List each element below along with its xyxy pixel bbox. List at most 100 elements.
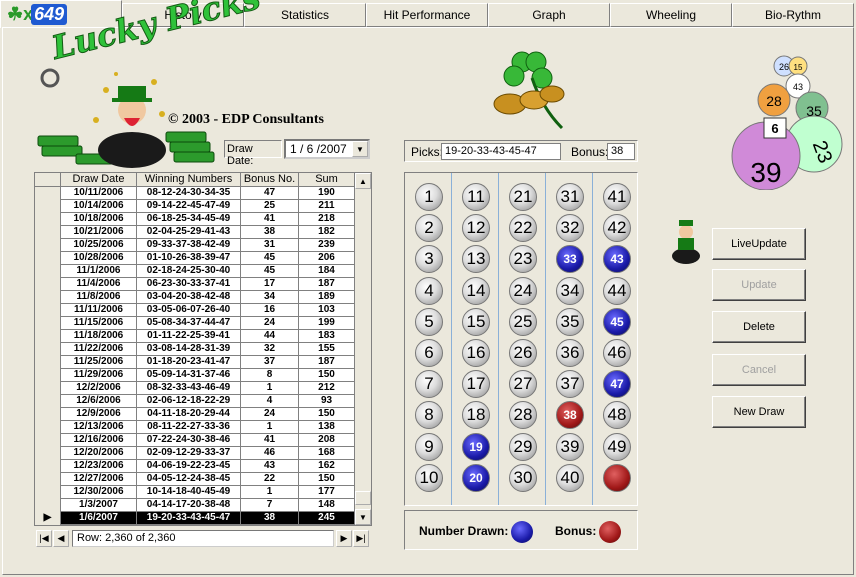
number-ball-15[interactable]: 15 xyxy=(462,307,490,336)
picks-field[interactable]: 19-20-33-43-45-47 xyxy=(441,143,561,160)
row-indicator[interactable] xyxy=(35,265,61,278)
last-record-icon[interactable]: ▶| xyxy=(353,530,369,547)
table-row[interactable]: 12/27/2006 04-05-12-24-38-45 22 150 xyxy=(35,473,355,486)
table-row[interactable]: 12/2/2006 08-32-33-43-46-49 1 212 xyxy=(35,382,355,395)
table-row[interactable]: 10/18/2006 06-18-25-34-45-49 41 218 xyxy=(35,213,355,226)
number-ball-26[interactable]: 26 xyxy=(509,339,537,367)
row-indicator[interactable] xyxy=(35,460,61,473)
number-ball-10[interactable]: 10 xyxy=(415,463,443,492)
number-ball-46[interactable]: 46 xyxy=(603,339,631,367)
chevron-down-icon[interactable]: ▼ xyxy=(352,141,368,157)
number-ball-21[interactable]: 21 xyxy=(509,183,537,211)
tab-graph[interactable]: Graph xyxy=(488,3,610,27)
number-ball-27[interactable]: 27 xyxy=(509,370,537,399)
number-ball-41[interactable]: 41 xyxy=(603,183,631,211)
bonus-field[interactable]: 38 xyxy=(607,143,635,160)
table-row[interactable]: 10/14/2006 09-14-22-45-47-49 25 211 xyxy=(35,200,355,213)
table-row[interactable]: 12/30/2006 10-14-18-40-45-49 1 177 xyxy=(35,486,355,499)
number-ball-32[interactable]: 32 xyxy=(556,214,584,243)
row-indicator[interactable] xyxy=(35,252,61,265)
tab-wheeling[interactable]: Wheeling xyxy=(610,3,732,27)
row-indicator[interactable] xyxy=(35,330,61,343)
number-ball-40[interactable]: 40 xyxy=(556,463,584,492)
row-indicator[interactable] xyxy=(35,473,61,486)
number-ball-31[interactable]: 31 xyxy=(556,183,584,211)
row-indicator[interactable]: ▶ xyxy=(35,512,61,525)
tab-bio-rythm[interactable]: Bio-Rythm xyxy=(732,3,854,27)
table-row[interactable]: 12/20/2006 02-09-12-29-33-37 46 168 xyxy=(35,447,355,460)
row-indicator[interactable] xyxy=(35,486,61,499)
table-row[interactable]: 11/22/2006 03-08-14-28-31-39 32 155 xyxy=(35,343,355,356)
table-row[interactable]: 11/4/2006 06-23-30-33-37-41 17 187 xyxy=(35,278,355,291)
scroll-thumb[interactable] xyxy=(355,491,371,505)
number-ball-4[interactable]: 4 xyxy=(415,276,443,305)
vertical-scrollbar[interactable]: ▲ ▼ xyxy=(355,173,371,525)
table-row[interactable]: 12/9/2006 04-11-18-20-29-44 24 150 xyxy=(35,408,355,421)
table-row[interactable]: 11/15/2006 05-08-34-37-44-47 24 199 xyxy=(35,317,355,330)
row-indicator[interactable] xyxy=(35,369,61,382)
number-ball-2[interactable]: 2 xyxy=(415,214,443,243)
first-record-icon[interactable]: |◀ xyxy=(36,530,52,547)
history-table[interactable]: Draw Date Winning Numbers Bonus No. Sum … xyxy=(34,172,372,526)
number-ball-17[interactable]: 17 xyxy=(462,370,490,399)
row-indicator[interactable] xyxy=(35,213,61,226)
table-row[interactable]: 1/3/2007 04-14-17-20-38-48 7 148 xyxy=(35,499,355,512)
scroll-up-icon[interactable]: ▲ xyxy=(355,173,371,189)
row-indicator[interactable] xyxy=(35,421,61,434)
table-row[interactable]: 12/23/2006 04-06-19-22-23-45 43 162 xyxy=(35,460,355,473)
table-row[interactable]: 11/11/2006 03-05-06-07-26-40 16 103 xyxy=(35,304,355,317)
delete-button[interactable]: Delete xyxy=(712,311,806,343)
row-indicator[interactable] xyxy=(35,356,61,369)
number-ball-45[interactable]: 45 xyxy=(603,307,631,336)
number-ball-16[interactable]: 16 xyxy=(462,339,490,367)
number-ball-30[interactable]: 30 xyxy=(509,463,537,492)
table-row[interactable]: 11/8/2006 03-04-20-38-42-48 34 189 xyxy=(35,291,355,304)
number-ball-39[interactable]: 39 xyxy=(556,432,584,461)
row-indicator[interactable] xyxy=(35,499,61,512)
number-ball-5[interactable]: 5 xyxy=(415,307,443,336)
table-row[interactable]: 11/25/2006 01-18-20-23-41-47 37 187 xyxy=(35,356,355,369)
col-header-draw-date[interactable]: Draw Date xyxy=(61,173,137,187)
draw-date-select[interactable]: 1 / 6 /2007 ▼ xyxy=(284,139,370,159)
number-ball-19[interactable]: 19 xyxy=(462,432,490,461)
table-row[interactable]: 12/6/2006 02-06-12-18-22-29 4 93 xyxy=(35,395,355,408)
row-indicator[interactable] xyxy=(35,408,61,421)
row-indicator[interactable] xyxy=(35,239,61,252)
table-row[interactable]: ▶ 1/6/2007 19-20-33-43-45-47 38 245 xyxy=(35,512,355,525)
number-ball-37[interactable]: 37 xyxy=(556,370,584,399)
row-indicator[interactable] xyxy=(35,187,61,200)
number-ball-49[interactable]: 49 xyxy=(603,432,631,461)
col-header-bonus[interactable]: Bonus No. xyxy=(241,173,299,187)
number-ball-44[interactable]: 44 xyxy=(603,276,631,305)
number-ball-35[interactable]: 35 xyxy=(556,307,584,336)
row-indicator[interactable] xyxy=(35,382,61,395)
next-record-icon[interactable]: ▶ xyxy=(336,530,352,547)
scroll-down-icon[interactable]: ▼ xyxy=(355,509,371,525)
table-row[interactable]: 10/21/2006 02-04-25-29-41-43 38 182 xyxy=(35,226,355,239)
table-row[interactable]: 12/13/2006 08-11-22-27-33-36 1 138 xyxy=(35,421,355,434)
number-ball-24[interactable]: 24 xyxy=(509,276,537,305)
live-update-button[interactable]: LiveUpdate xyxy=(712,228,806,260)
row-indicator[interactable] xyxy=(35,317,61,330)
prev-record-icon[interactable]: ◀ xyxy=(53,530,69,547)
number-ball-6[interactable]: 6 xyxy=(415,339,443,367)
row-indicator[interactable] xyxy=(35,434,61,447)
col-header-sum[interactable]: Sum xyxy=(299,173,355,187)
row-indicator[interactable] xyxy=(35,226,61,239)
number-ball-9[interactable]: 9 xyxy=(415,432,443,461)
table-row[interactable]: 12/16/2006 07-22-24-30-38-46 41 208 xyxy=(35,434,355,447)
row-indicator[interactable] xyxy=(35,343,61,356)
table-row[interactable]: 10/28/2006 01-10-26-38-39-47 45 206 xyxy=(35,252,355,265)
table-row[interactable]: 11/18/2006 01-11-22-25-39-41 44 183 xyxy=(35,330,355,343)
new-draw-button[interactable]: New Draw xyxy=(712,396,806,428)
row-indicator[interactable] xyxy=(35,395,61,408)
number-ball-7[interactable]: 7 xyxy=(415,370,443,399)
number-ball-20[interactable]: 20 xyxy=(462,463,490,492)
table-row[interactable]: 11/29/2006 05-09-14-31-37-46 8 150 xyxy=(35,369,355,382)
number-ball-11[interactable]: 11 xyxy=(462,183,490,211)
number-ball-36[interactable]: 36 xyxy=(556,339,584,367)
table-row[interactable]: 10/25/2006 09-33-37-38-42-49 31 239 xyxy=(35,239,355,252)
row-indicator[interactable] xyxy=(35,447,61,460)
row-indicator[interactable] xyxy=(35,304,61,317)
row-indicator[interactable] xyxy=(35,200,61,213)
